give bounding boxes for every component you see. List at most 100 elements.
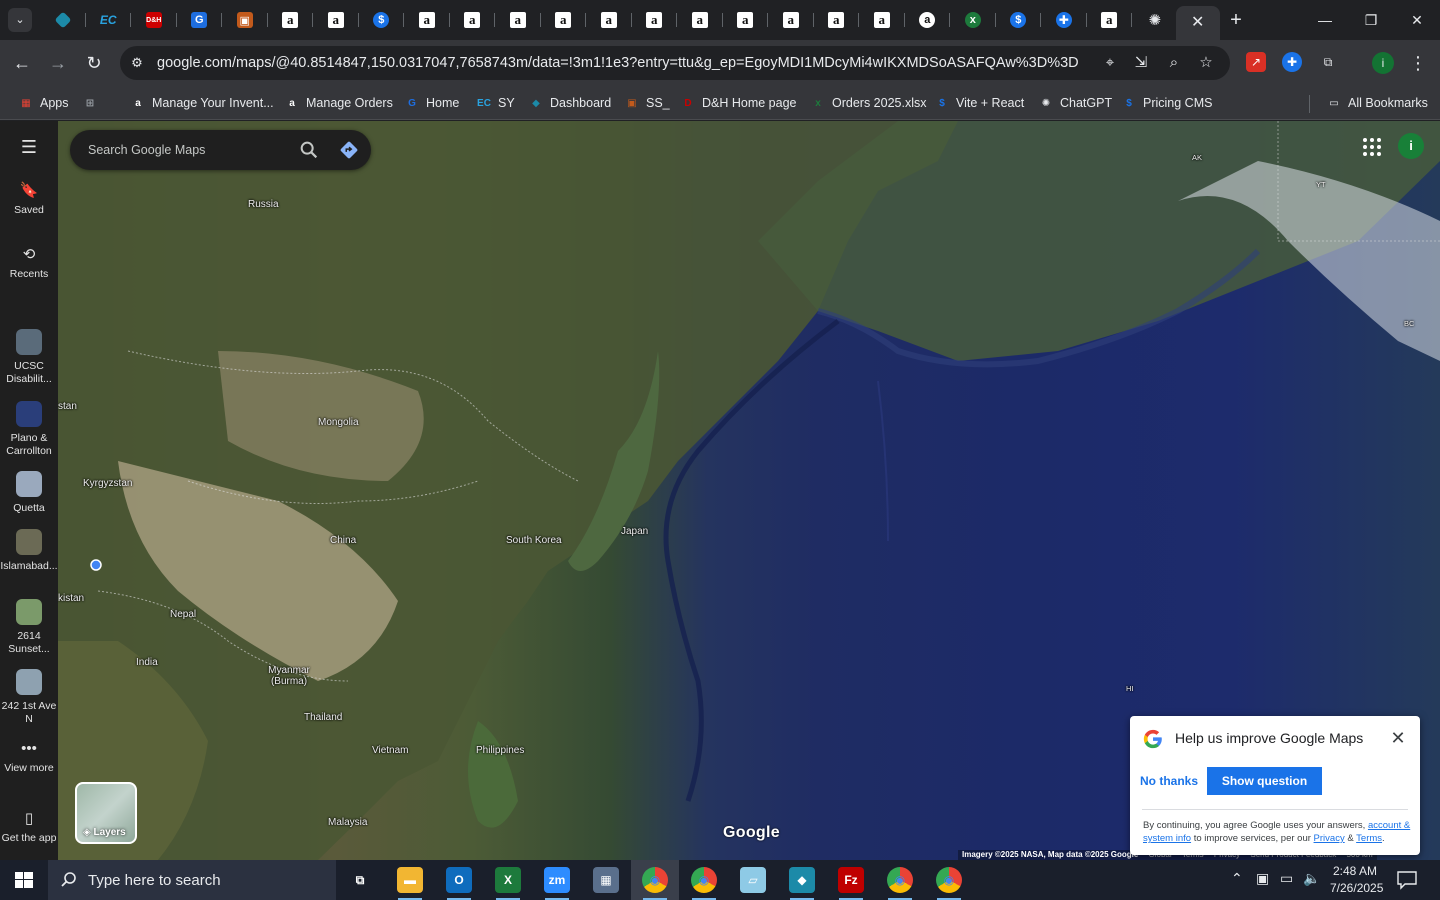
browser-tab[interactable] — [40, 0, 86, 40]
browser-tab[interactable]: a — [1087, 0, 1133, 40]
browser-tab[interactable]: a — [814, 0, 860, 40]
privacy-link[interactable]: Privacy — [1314, 833, 1345, 844]
windows-start-icon[interactable] — [0, 860, 48, 900]
taskbar-app-file-explorer[interactable]: ▬ — [386, 860, 434, 900]
map-place-label[interactable]: BC — [1404, 319, 1414, 328]
taskbar-app-teal-app[interactable]: ◆ — [778, 860, 826, 900]
map-place-label[interactable]: Japan — [621, 526, 648, 537]
extension-plus-icon[interactable]: ✚ — [1282, 52, 1302, 72]
account-avatar[interactable]: i — [1398, 133, 1424, 159]
map-place-label[interactable]: YT — [1316, 180, 1326, 189]
close-icon[interactable]: ✕ — [1388, 728, 1408, 748]
map-place-label[interactable]: HI — [1126, 684, 1134, 693]
menu-kebab-icon[interactable]: ⋮ — [1404, 49, 1432, 77]
google-apps-icon[interactable] — [1362, 137, 1382, 157]
browser-tab[interactable]: EC — [86, 0, 132, 40]
map-place-label[interactable]: Vietnam — [372, 745, 409, 756]
active-tab[interactable]: ✕ — [1176, 6, 1220, 40]
forward-icon[interactable]: → — [44, 49, 72, 77]
reload-icon[interactable]: ↻ — [80, 49, 108, 77]
map-place-label[interactable]: Malaysia — [328, 817, 367, 828]
browser-tab[interactable]: a — [677, 0, 723, 40]
browser-tab[interactable]: $ — [359, 0, 405, 40]
rail-item[interactable]: Quetta — [0, 471, 58, 515]
browser-tab[interactable]: a — [495, 0, 541, 40]
taskbar-app-zoom[interactable]: zm — [533, 860, 581, 900]
browser-tab[interactable]: a — [723, 0, 769, 40]
taskbar-app-notepad[interactable]: ▱ — [729, 860, 777, 900]
no-thanks-button[interactable]: No thanks — [1140, 767, 1198, 795]
tray-network-icon[interactable]: ▭ — [1280, 870, 1293, 887]
browser-tab[interactable]: a — [450, 0, 496, 40]
map-place-label[interactable]: South Korea — [506, 535, 562, 546]
notification-icon[interactable] — [1396, 870, 1418, 890]
zoom-icon[interactable]: ⌕ — [1164, 53, 1184, 73]
map-place-label[interactable]: stan — [58, 401, 77, 412]
browser-tab[interactable]: a — [859, 0, 905, 40]
browser-tab[interactable]: a — [632, 0, 678, 40]
new-tab-button[interactable]: + — [1224, 8, 1248, 32]
bookmark-item[interactable]: ◆ Dashboard — [528, 92, 611, 114]
bookmark-item[interactable]: a Manage Orders — [284, 92, 393, 114]
install-app-icon[interactable]: ⇲ — [1131, 53, 1151, 73]
bookmark-item[interactable]: EC SY — [476, 92, 515, 114]
browser-tab[interactable]: ✚ — [1041, 0, 1087, 40]
rail-item[interactable]: 🔖 Saved — [0, 183, 58, 216]
map-place-label[interactable]: India — [136, 657, 158, 668]
tab-search-chevron-icon[interactable]: ⌄ — [8, 8, 32, 32]
taskbar-app-chrome-profile[interactable]: ◉ — [925, 860, 973, 900]
browser-tab[interactable]: x — [950, 0, 996, 40]
site-info-icon[interactable]: ⚙ — [128, 54, 146, 72]
bookmark-item[interactable]: $ Vite + React — [934, 92, 1024, 114]
taskbar-clock[interactable]: 2:48 AM 7/26/2025 — [1330, 863, 1383, 897]
rail-item[interactable]: 242 1st Ave N — [0, 669, 58, 725]
map-place-label[interactable]: Nepal — [170, 609, 196, 620]
browser-tab[interactable]: D&H — [131, 0, 177, 40]
taskbar-app-excel[interactable]: X — [484, 860, 532, 900]
browser-tab[interactable]: a — [404, 0, 450, 40]
rail-item[interactable]: Plano & Carrollton — [0, 401, 58, 457]
layers-button[interactable]: ◈ Layers — [75, 782, 137, 844]
url-text[interactable]: google.com/maps/@40.8514847,150.0317047,… — [157, 55, 1079, 71]
taskbar-search[interactable]: Type here to search — [48, 860, 336, 900]
browser-tab[interactable]: a — [313, 0, 359, 40]
map-place-label[interactable]: Kyrgyzstan — [83, 478, 132, 489]
rail-item[interactable]: Islamabad... — [0, 529, 58, 573]
search-input[interactable] — [88, 140, 288, 160]
terms-link[interactable]: Terms — [1356, 833, 1382, 844]
back-icon[interactable]: ← — [8, 49, 36, 77]
map-place-label[interactable]: Thailand — [304, 712, 342, 723]
taskbar-app-chrome[interactable]: ◉ — [631, 860, 679, 900]
taskbar-app-chrome[interactable]: ◉ — [680, 860, 728, 900]
bookmark-item[interactable]: x Orders 2025.xlsx — [810, 92, 926, 114]
bookmark-item[interactable]: a Manage Your Invent... — [130, 92, 273, 114]
rail-item[interactable]: UCSC Disabilit... — [0, 329, 58, 385]
bookmark-item[interactable]: ✺ ChatGPT — [1038, 92, 1112, 114]
bookmark-item[interactable]: ⊞ — [82, 92, 104, 114]
browser-tab[interactable]: a — [768, 0, 814, 40]
map-place-label[interactable]: kistan — [58, 593, 84, 604]
profile-avatar[interactable]: i — [1372, 52, 1394, 74]
map-place-label[interactable]: Russia — [248, 199, 279, 210]
rail-item[interactable]: ••• View more — [0, 741, 58, 774]
address-bar[interactable]: ⚙ google.com/maps/@40.8514847,150.031704… — [120, 46, 1230, 80]
browser-tab[interactable]: a — [586, 0, 632, 40]
browser-tab[interactable]: ▣ — [222, 0, 268, 40]
browser-tab[interactable]: ✺ — [1132, 0, 1178, 40]
taskbar-app-chrome-profile[interactable]: ◉ — [876, 860, 924, 900]
map-place-label[interactable]: AK — [1192, 153, 1202, 162]
browser-tab[interactable]: a — [905, 0, 951, 40]
bookmark-item[interactable]: ▣ SS_ — [624, 92, 669, 114]
bookmark-item[interactable]: ▦ Apps — [18, 92, 68, 114]
bookmark-star-icon[interactable]: ☆ — [1196, 53, 1216, 73]
rail-item[interactable]: ⟲ Recents — [0, 247, 58, 280]
bookmark-item[interactable]: D D&H Home page — [680, 92, 796, 114]
browser-tab[interactable]: G — [177, 0, 223, 40]
directions-icon[interactable] — [338, 139, 360, 161]
map-place-label[interactable]: Mongolia — [318, 417, 359, 428]
show-question-button[interactable]: Show question — [1207, 767, 1322, 795]
taskbar-app-calculator[interactable]: ▦ — [582, 860, 630, 900]
taskbar-app-task-view[interactable]: ⧉ — [336, 860, 384, 900]
location-pin-icon[interactable]: ⌖ — [1100, 53, 1120, 73]
browser-tab[interactable]: a — [268, 0, 314, 40]
